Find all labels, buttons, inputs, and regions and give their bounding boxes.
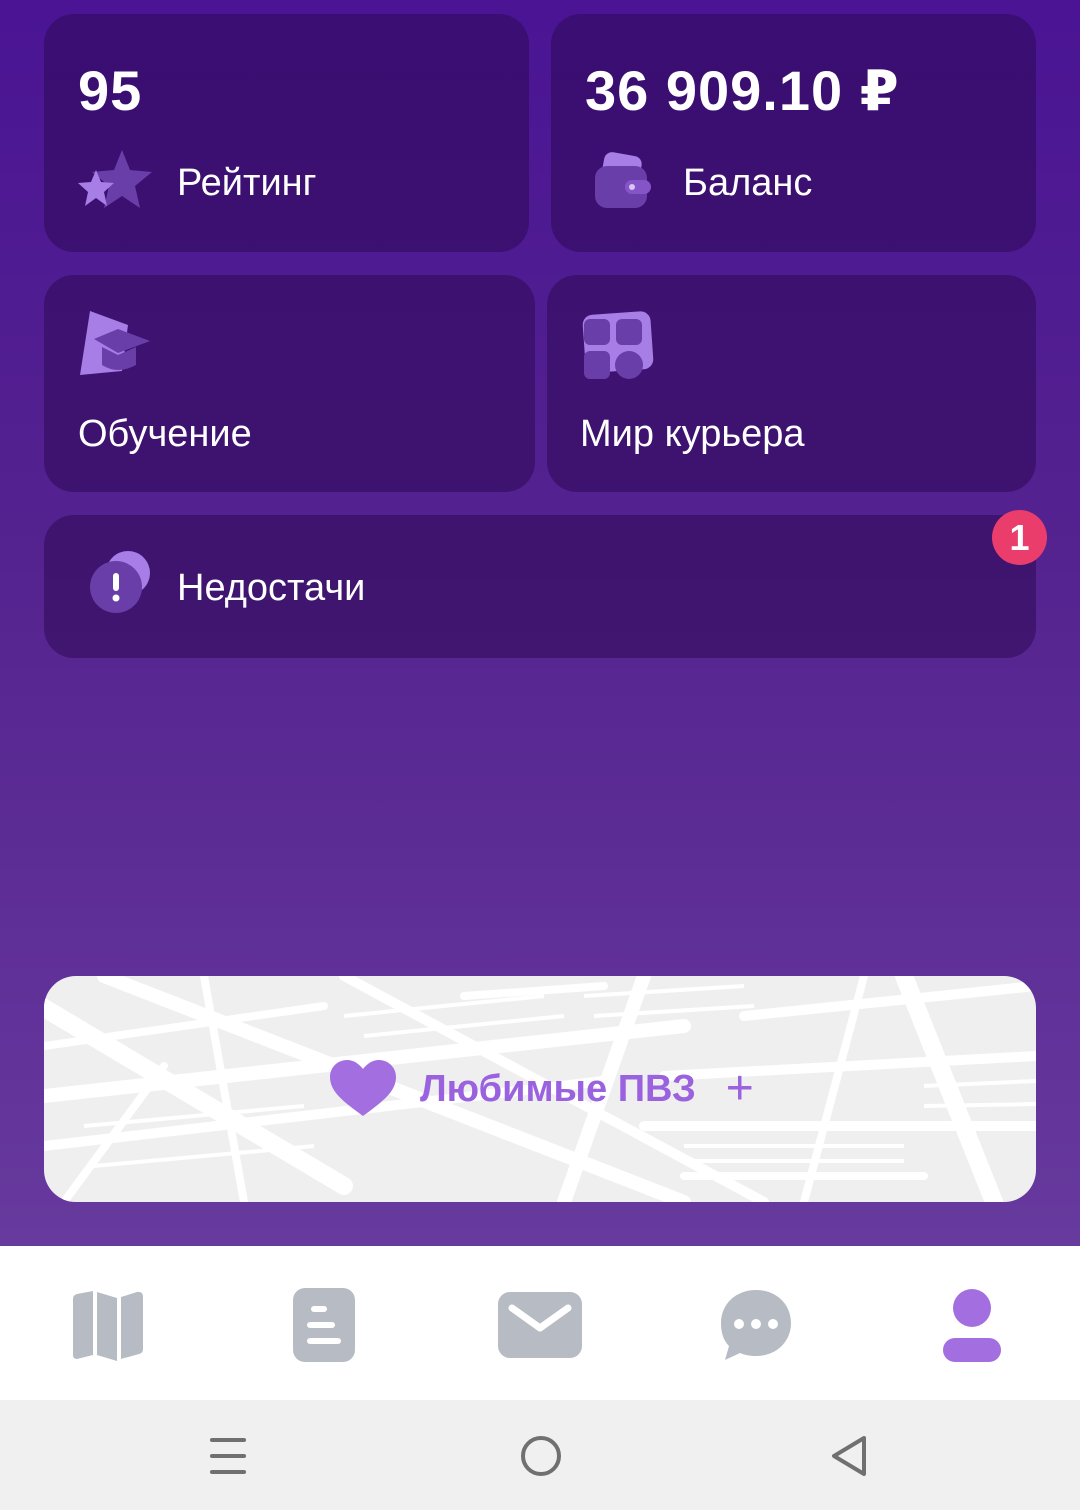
favorites-label: Любимые ПВЗ [420, 1067, 696, 1110]
profile-icon [943, 1289, 1001, 1362]
mail-icon [498, 1292, 582, 1358]
courier-world-label: Мир курьера [580, 413, 805, 455]
rating-card[interactable]: 95 Рейтинг [44, 14, 529, 252]
chat-icon [721, 1290, 791, 1360]
favorite-pickup-points-card[interactable]: Любимые ПВЗ + [44, 976, 1036, 1202]
rating-value: 95 [78, 59, 143, 122]
shortages-card[interactable]: Недостачи [44, 515, 1036, 658]
rating-label: Рейтинг [177, 162, 317, 204]
tab-profile[interactable] [922, 1280, 1022, 1370]
home-icon[interactable] [519, 1434, 563, 1478]
learning-card[interactable]: Обучение [44, 275, 535, 492]
graduation-cap-icon [80, 311, 150, 375]
tab-chat[interactable] [706, 1280, 806, 1370]
tab-orders[interactable] [274, 1280, 374, 1370]
recent-apps-icon[interactable] [208, 1435, 248, 1477]
balance-label: Баланс [683, 162, 813, 204]
tab-mail[interactable] [490, 1280, 590, 1370]
stars-icon [78, 150, 152, 208]
system-navigation-bar [0, 1400, 1080, 1510]
wallet-icon [595, 152, 651, 208]
main-screen: 95 Рейтинг 36 909.10 ₽ Баланс Обучение М… [0, 0, 1080, 1246]
alert-icon [90, 551, 150, 613]
tab-map[interactable] [58, 1280, 158, 1370]
add-favorite-button[interactable]: + [726, 1065, 754, 1113]
balance-value: 36 909.10 ₽ [585, 59, 900, 122]
balance-card[interactable]: 36 909.10 ₽ Баланс [551, 14, 1036, 252]
back-icon[interactable] [830, 1434, 868, 1478]
shortages-label: Недостачи [177, 567, 366, 609]
learning-label: Обучение [78, 413, 252, 455]
map-icon [73, 1291, 143, 1361]
favorites-content: Любимые ПВЗ + [330, 1034, 754, 1144]
notification-badge: 1 [992, 510, 1047, 565]
courier-world-card[interactable]: Мир курьера [547, 275, 1036, 492]
orders-icon [293, 1288, 355, 1362]
heart-icon [330, 1060, 396, 1116]
apps-icon [582, 311, 654, 379]
